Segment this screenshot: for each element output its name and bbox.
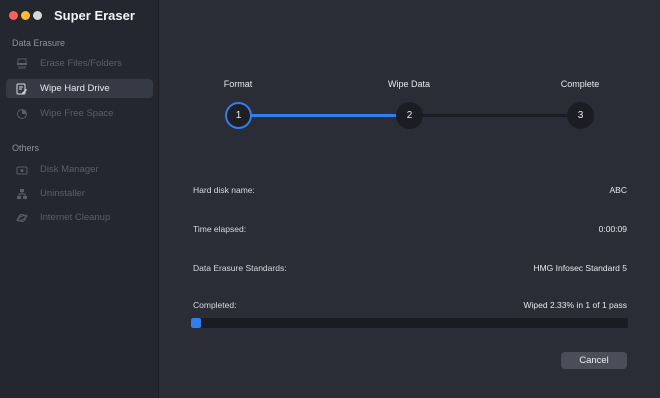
completed-value: Wiped 2.33% in 1 of 1 pass: [523, 300, 627, 310]
step-label-complete: Complete: [560, 79, 600, 89]
sidebar-item-label: Erase Files/Folders: [40, 58, 122, 69]
app-title: Super Eraser: [54, 8, 135, 23]
progress-bar: [191, 318, 628, 328]
shredder-icon: [15, 57, 29, 71]
step-3-circle: 3: [567, 102, 594, 129]
disk-name-label: Hard disk name:: [193, 185, 255, 195]
step-label-format: Format: [223, 79, 253, 89]
app-window: Data Erasure Erase Files/Folders Wipe Ha…: [0, 0, 660, 398]
cancel-button[interactable]: Cancel: [561, 352, 627, 369]
drive-edit-icon: [15, 82, 29, 96]
step-1-circle: 1: [225, 102, 252, 129]
sidebar-item-label: Disk Manager: [40, 164, 99, 175]
erasure-standard-value: HMG Infosec Standard 5: [533, 263, 627, 273]
minimize-window-button[interactable]: [21, 11, 30, 20]
sidebar-item-uninstaller[interactable]: Uninstaller: [6, 184, 153, 203]
sidebar-item-disk-manager[interactable]: Disk Manager: [6, 160, 153, 179]
sidebar-item-label: Wipe Free Space: [40, 108, 114, 119]
sidebar-item-wipe-hard-drive[interactable]: Wipe Hard Drive: [6, 79, 153, 98]
completed-label: Completed:: [193, 300, 237, 310]
sidebar-item-erase-files[interactable]: Erase Files/Folders: [6, 54, 153, 73]
sidebar-item-label: Wipe Hard Drive: [40, 83, 110, 94]
main-panel: Format 1 Wipe Data 2 Complete 3 Hard dis…: [160, 0, 660, 398]
zoom-window-button[interactable]: [33, 11, 42, 20]
section-label-data-erasure: Data Erasure: [12, 38, 66, 48]
sidebar-item-internet-cleanup[interactable]: Internet Cleanup: [6, 208, 153, 227]
disk-name-value: ABC: [609, 185, 627, 195]
progress-bar-fill: [191, 318, 202, 328]
sidebar-item-label: Uninstaller: [40, 188, 85, 199]
stepper-track-progress: [251, 114, 404, 117]
pie-chart-icon: [15, 107, 29, 121]
time-elapsed-label: Time elapsed:: [193, 224, 247, 234]
planet-icon: [15, 211, 29, 225]
sidebar-item-label: Internet Cleanup: [40, 212, 111, 223]
close-window-button[interactable]: [9, 11, 18, 20]
network-icon: [15, 187, 29, 201]
disk-icon: [15, 163, 29, 177]
sidebar-item-wipe-free-space[interactable]: Wipe Free Space: [6, 104, 153, 123]
step-label-wipe-data: Wipe Data: [387, 79, 431, 89]
section-label-others: Others: [12, 143, 40, 153]
step-2-circle: 2: [396, 102, 423, 129]
sidebar: Data Erasure Erase Files/Folders Wipe Ha…: [0, 0, 159, 398]
erasure-standard-label: Data Erasure Standards:: [193, 263, 287, 273]
time-elapsed-value: 0:00:09: [598, 224, 627, 234]
